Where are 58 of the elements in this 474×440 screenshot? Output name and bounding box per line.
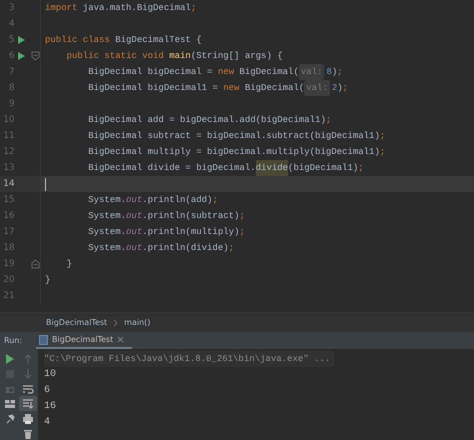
line-number: 10 <box>2 115 15 125</box>
line-number: 15 <box>2 195 15 205</box>
console-output: 10 <box>44 368 56 382</box>
line-number: 7 <box>8 67 15 77</box>
code-line: BigDecimal multiply = bigDecimal.multiply(bigDecimal1); <box>87 146 386 159</box>
console-command: "C:\Program Files\Java\jdk1.8.0_261\bin\java.exe" ... <box>44 351 334 367</box>
line-number: 18 <box>2 243 15 253</box>
fold-icon[interactable] <box>31 51 40 61</box>
line-number: 16 <box>2 211 15 221</box>
pin-icon[interactable] <box>4 412 16 424</box>
close-icon[interactable] <box>117 336 124 343</box>
chevron-icon <box>113 318 118 326</box>
line-number: 4 <box>8 19 15 29</box>
console-output: 4 <box>44 416 50 430</box>
console-output: 6 <box>44 384 50 398</box>
code-line: import java.math.BigDecimal; <box>44 2 196 15</box>
run-tab[interactable]: BigDecimalTest <box>36 332 132 349</box>
code-line: } <box>66 258 72 271</box>
scroll-to-end-icon[interactable] <box>22 398 34 410</box>
line-number: 9 <box>8 99 15 109</box>
line-number: 11 <box>2 131 15 141</box>
trash-icon[interactable] <box>22 428 34 440</box>
code-line: System.out.println(multiply); <box>87 226 245 239</box>
line-number: 20 <box>2 275 15 285</box>
line-number: 17 <box>2 227 15 237</box>
rerun-icon[interactable] <box>4 352 16 364</box>
code-line: } <box>44 274 50 287</box>
code-line: BigDecimal bigDecimal1 = new BigDecimal( val: 2); <box>41 80 348 96</box>
run-label: Run: <box>3 335 24 347</box>
fold-icon[interactable] <box>31 259 40 269</box>
line-number: 3 <box>8 3 15 13</box>
line-number: 13 <box>2 163 15 173</box>
code-line: public static void main(String[] args) { <box>66 50 283 63</box>
file-icon <box>39 334 48 344</box>
line-number: 19 <box>2 259 15 269</box>
line-number: 14 <box>2 179 15 189</box>
code-line: System.out.println(divide); <box>87 242 234 255</box>
line-number: 12 <box>2 147 15 157</box>
code-line: System.out.println(add); <box>87 194 218 207</box>
line-number: 8 <box>8 83 15 93</box>
print-icon[interactable] <box>22 412 34 424</box>
line-number: 6 <box>8 51 15 61</box>
code-line: System.out.println(subtract); <box>87 210 245 223</box>
code-line: BigDecimal bigDecimal = new BigDecimal( val: 8); <box>41 64 343 80</box>
code-line: public class BigDecimalTest { <box>44 34 202 47</box>
line-number: 5 <box>8 35 15 45</box>
breadcrumb[interactable]: main() <box>124 318 150 327</box>
run-icon[interactable] <box>16 51 26 61</box>
breadcrumb[interactable]: BigDecimalTest <box>46 318 108 327</box>
soft-wrap-icon[interactable] <box>22 382 34 394</box>
code-line: BigDecimal divide = bigDecimal.divide(bigDecimal1); <box>41 160 364 176</box>
code-line: BigDecimal subtract = bigDecimal.subtract(bigDecimal1); <box>87 130 386 143</box>
layout-icon[interactable] <box>4 398 16 410</box>
console-output: 16 <box>44 400 56 414</box>
line-number: 21 <box>2 291 15 301</box>
run-icon[interactable] <box>16 35 26 45</box>
code-line: BigDecimal add = bigDecimal.add(bigDecimal1); <box>87 114 332 127</box>
text-caret <box>45 178 46 190</box>
